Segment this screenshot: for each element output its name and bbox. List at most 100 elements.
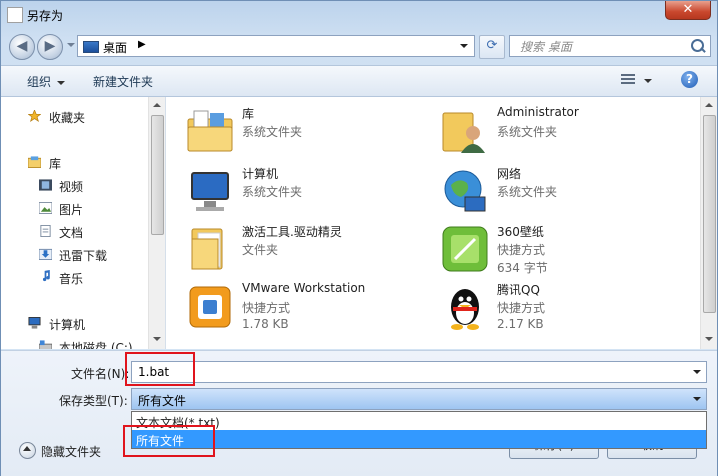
- sidebar-label: 计算机: [49, 318, 86, 332]
- chevron-down-icon[interactable]: [693, 397, 701, 401]
- view-options-icon[interactable]: [621, 74, 635, 86]
- library-folder-icon: [28, 156, 41, 168]
- sidebar-item-documents[interactable]: 文档: [1, 222, 149, 242]
- navigation-bar: ◀ ▶ 桌面 ▶ ⟳: [1, 31, 717, 63]
- filetype-dropdown-list: 文本文档(*.txt) 所有文件: [131, 411, 707, 449]
- file-type: 快捷方式: [242, 301, 291, 315]
- document-icon: [7, 7, 23, 23]
- save-as-dialog: 另存为 ✕ ◀ ▶ 桌面 ▶ ⟳ 组织 新建文件夹 ? 收藏夹: [0, 0, 718, 476]
- file-size: 2.17 KB: [497, 317, 544, 331]
- file-type: 快捷方式: [497, 301, 546, 315]
- sidebar-item-music[interactable]: 音乐: [1, 268, 149, 288]
- desktop-icon: [83, 41, 99, 53]
- hide-folders-toggle[interactable]: 隐藏文件夹: [41, 443, 101, 460]
- file-name: 激活工具.驱动精灵: [242, 225, 342, 239]
- file-name: 库: [242, 107, 255, 121]
- filetype-selected: 所有文件: [138, 394, 187, 408]
- sidebar-label: 图片: [59, 203, 84, 217]
- recent-pages-chevron-down-icon[interactable]: [67, 43, 75, 47]
- sidebar-label: 音乐: [59, 272, 84, 286]
- help-button[interactable]: ?: [681, 71, 698, 88]
- file-type: 系统文件夹: [497, 185, 558, 199]
- address-history-chevron-down-icon[interactable]: [460, 44, 468, 48]
- video-icon: [39, 179, 52, 191]
- sidebar-scrollbar[interactable]: [148, 97, 165, 349]
- search-input[interactable]: [518, 38, 692, 56]
- address-text: 桌面: [103, 41, 128, 55]
- title-bar: 另存为 ✕: [1, 1, 717, 29]
- file-item-tencent-qq[interactable]: 腾讯QQ 快捷方式 2.17 KB: [441, 279, 681, 339]
- file-item-360-wallpaper[interactable]: 360壁纸 快捷方式 634 字节: [441, 221, 681, 281]
- scroll-up-icon[interactable]: [705, 103, 713, 107]
- chevron-down-icon: [57, 80, 66, 85]
- sidebar-label: 文档: [59, 226, 84, 240]
- qq-penguin-icon: [451, 289, 479, 330]
- collapse-icon[interactable]: [19, 442, 36, 459]
- sidebar-item-computer[interactable]: 计算机: [1, 314, 149, 334]
- file-item-activation-tools[interactable]: 激活工具.驱动精灵 文件夹: [186, 221, 426, 281]
- file-name: 网络: [497, 167, 522, 181]
- sidebar-item-library[interactable]: 库: [1, 153, 149, 173]
- sidebar-label: 迅雷下载: [59, 249, 108, 263]
- file-item-computer[interactable]: 计算机 系统文件夹: [186, 163, 426, 223]
- sidebar-item-favorites[interactable]: 收藏夹: [1, 107, 149, 127]
- option-all-files[interactable]: 所有文件: [132, 430, 706, 448]
- file-type: 系统文件夹: [497, 125, 558, 139]
- filename-combobox[interactable]: 1.bat: [131, 361, 707, 383]
- file-list-scroll-thumb[interactable]: [703, 115, 716, 313]
- sidebar-item-pictures[interactable]: 图片: [1, 199, 149, 219]
- close-button[interactable]: ✕: [665, 1, 711, 20]
- file-type: 文件夹: [242, 243, 279, 257]
- sidebar-label: 视频: [59, 180, 84, 194]
- file-name: VMware Workstation: [242, 281, 366, 295]
- scroll-down-icon[interactable]: [153, 337, 161, 341]
- sidebar-item-local-disk[interactable]: 本地磁盘 (C:): [1, 337, 149, 349]
- disk-drive-icon: [39, 340, 52, 349]
- filetype-label: 保存类型(T):: [59, 394, 128, 408]
- view-menu-chevron-down-icon[interactable]: [644, 79, 652, 83]
- file-list: 库 系统文件夹 Administrator 系统文件夹 计算机 系统文件夹 网络…: [166, 97, 717, 349]
- sidebar-label: 库: [49, 157, 62, 171]
- file-item-library[interactable]: 库 系统文件夹: [186, 103, 426, 163]
- annotation-box-filename: [125, 352, 195, 386]
- sidebar-scroll-thumb[interactable]: [151, 115, 164, 235]
- address-bar[interactable]: 桌面 ▶: [77, 35, 475, 57]
- window-title: 另存为: [27, 9, 64, 23]
- file-type: 系统文件夹: [242, 185, 303, 199]
- sidebar-item-thunder-downloads[interactable]: 迅雷下载: [1, 245, 149, 265]
- download-folder-icon: [39, 248, 52, 260]
- network-globe-icon: [444, 170, 486, 212]
- file-item-network[interactable]: 网络 系统文件夹: [441, 163, 681, 223]
- new-folder-button[interactable]: 新建文件夹: [93, 73, 153, 90]
- sidebar-label: 本地磁盘 (C:): [59, 341, 133, 349]
- computer-icon: [191, 172, 229, 211]
- music-note-icon: [42, 270, 50, 282]
- file-item-vmware[interactable]: VMware Workstation 快捷方式 1.78 KB: [186, 279, 426, 339]
- file-size: 634 字节: [497, 261, 548, 275]
- organize-menu[interactable]: 组织: [27, 73, 66, 90]
- chevron-down-icon[interactable]: [693, 370, 701, 374]
- annotation-box-all-files: [123, 425, 215, 457]
- picture-icon: [39, 202, 52, 214]
- file-item-administrator[interactable]: Administrator 系统文件夹: [441, 103, 681, 163]
- file-name: 360壁纸: [497, 225, 544, 239]
- navigation-pane: 收藏夹 库 视频 图片 文档 迅雷下载 音乐 计算机 本地磁盘 (C:): [1, 97, 166, 349]
- search-box[interactable]: [509, 35, 711, 57]
- option-text-document[interactable]: 文本文档(*.txt): [132, 412, 706, 430]
- file-name: Administrator: [497, 105, 579, 119]
- file-size: 1.78 KB: [242, 317, 289, 331]
- sidebar-item-videos[interactable]: 视频: [1, 176, 149, 196]
- breadcrumb-arrow-icon[interactable]: ▶: [138, 39, 146, 50]
- filetype-select[interactable]: 所有文件: [131, 388, 707, 410]
- refresh-button[interactable]: ⟳: [479, 35, 505, 59]
- back-button[interactable]: ◀: [9, 34, 35, 60]
- scroll-down-icon[interactable]: [705, 337, 713, 341]
- folder-icon: [191, 228, 223, 270]
- user-folder-icon: [442, 112, 485, 153]
- file-name: 腾讯QQ: [497, 283, 540, 297]
- search-icon[interactable]: [691, 39, 704, 52]
- star-icon: [28, 110, 41, 122]
- file-list-scrollbar[interactable]: [700, 97, 717, 349]
- forward-button[interactable]: ▶: [37, 34, 63, 60]
- scroll-up-icon[interactable]: [153, 103, 161, 107]
